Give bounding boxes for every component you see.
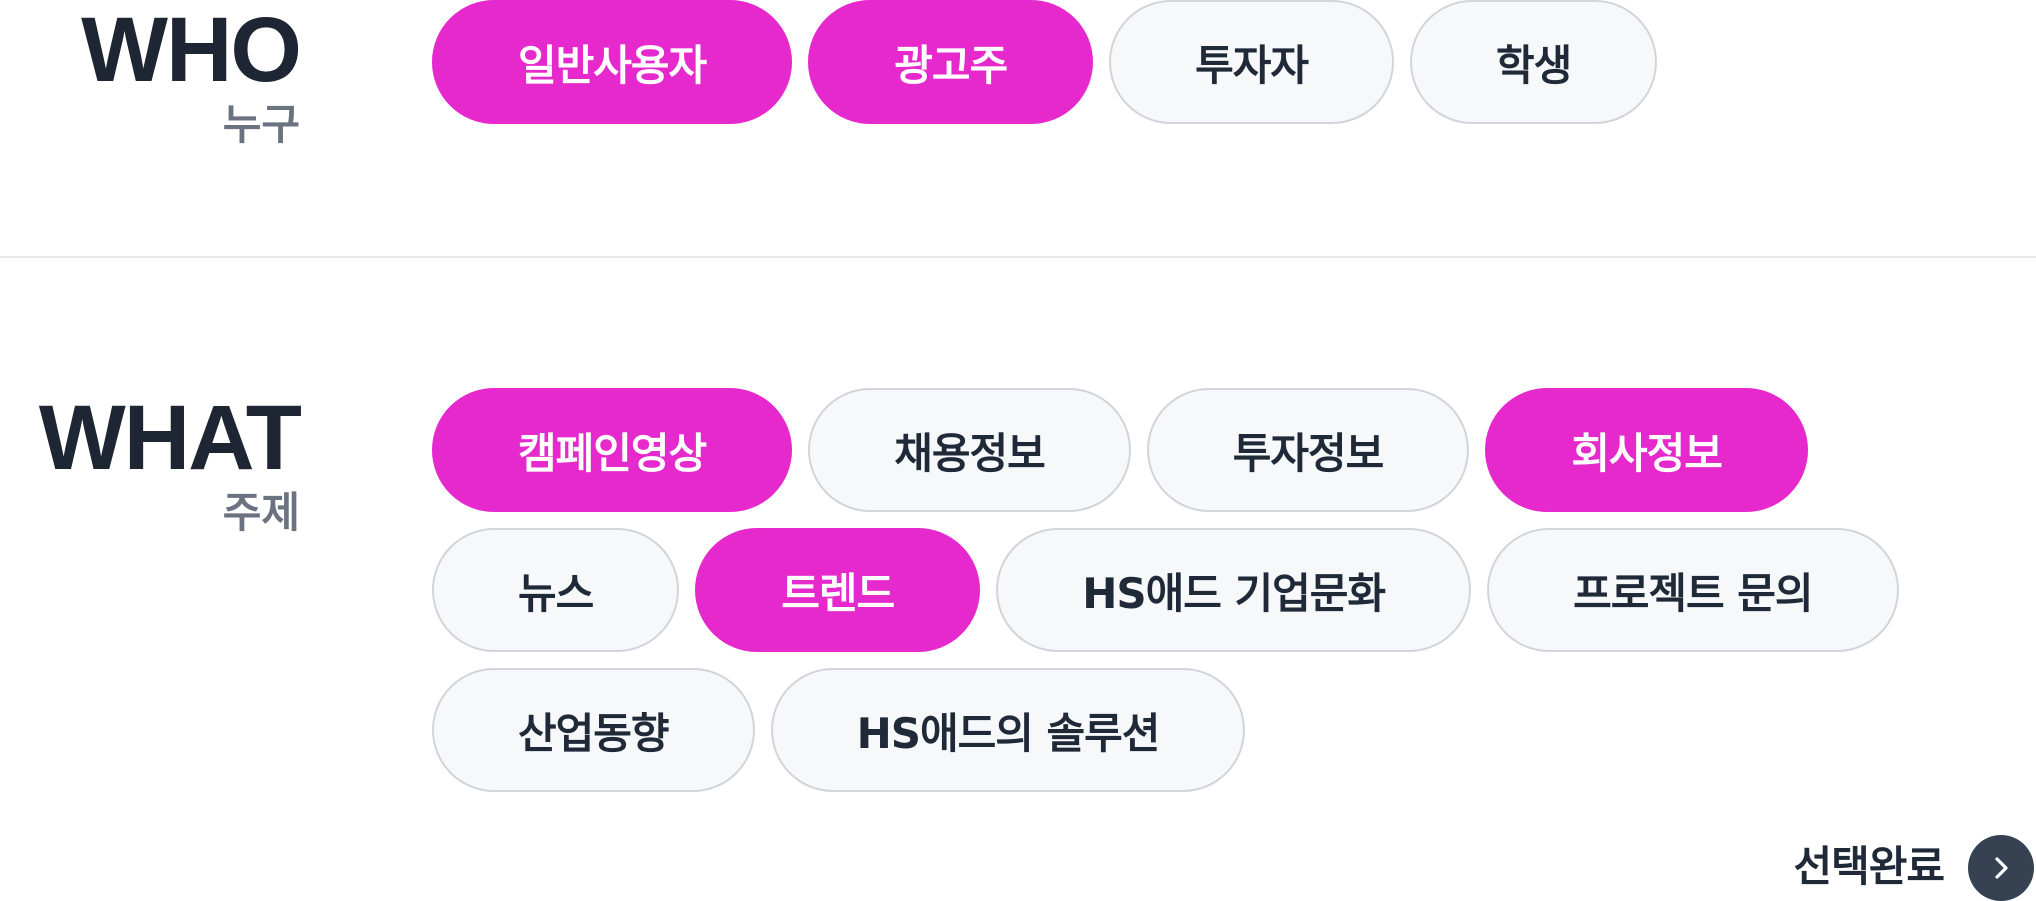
what-section: WHAT 주제 캠페인영상 채용정보 투자정보 회사정보 뉴스 트렌드 HS애드… <box>0 258 2036 901</box>
what-chip-group: 캠페인영상 채용정보 투자정보 회사정보 뉴스 트렌드 HS애드 기업문화 프로… <box>432 388 1992 792</box>
who-chip-advertiser[interactable]: 광고주 <box>808 0 1094 124</box>
what-chip-news[interactable]: 뉴스 <box>432 528 680 652</box>
what-subtitle: 주제 <box>222 488 300 537</box>
what-chip-recruiting[interactable]: 채용정보 <box>808 388 1131 512</box>
what-heading: WHAT 주제 <box>38 387 302 538</box>
selection-done-control[interactable]: 선택완료 <box>1793 833 2036 901</box>
what-chip-corporate-culture[interactable]: HS애드 기업문화 <box>996 528 1472 652</box>
who-chip-student[interactable]: 학생 <box>1410 0 1658 124</box>
what-title: WHAT <box>38 387 302 489</box>
what-chip-project-inquiry[interactable]: 프로젝트 문의 <box>1487 528 1899 652</box>
what-chip-trend[interactable]: 트렌드 <box>695 528 981 652</box>
who-chip-investor[interactable]: 투자자 <box>1109 0 1395 124</box>
who-chip-group: 일반사용자 광고주 투자자 학생 <box>432 0 1992 124</box>
what-chip-company-info[interactable]: 회사정보 <box>1485 388 1808 512</box>
who-chip-general-user[interactable]: 일반사용자 <box>432 0 793 124</box>
what-chip-campaign-video[interactable]: 캠페인영상 <box>432 388 793 512</box>
who-subtitle: 누구 <box>222 100 300 149</box>
chevron-right-icon <box>1995 856 2008 879</box>
what-chip-solutions[interactable]: HS애드의 솔루션 <box>770 668 1246 792</box>
selection-done-button[interactable] <box>1968 834 2034 901</box>
what-chip-investment-info[interactable]: 투자정보 <box>1146 388 1470 512</box>
who-title: WHO <box>81 0 302 101</box>
what-chip-industry-trends[interactable]: 산업동향 <box>432 668 755 792</box>
selection-done-label[interactable]: 선택완료 <box>1793 833 1945 894</box>
who-heading: WHO 누구 <box>81 0 302 150</box>
who-section: WHO 누구 일반사용자 광고주 투자자 학생 <box>0 0 2036 256</box>
